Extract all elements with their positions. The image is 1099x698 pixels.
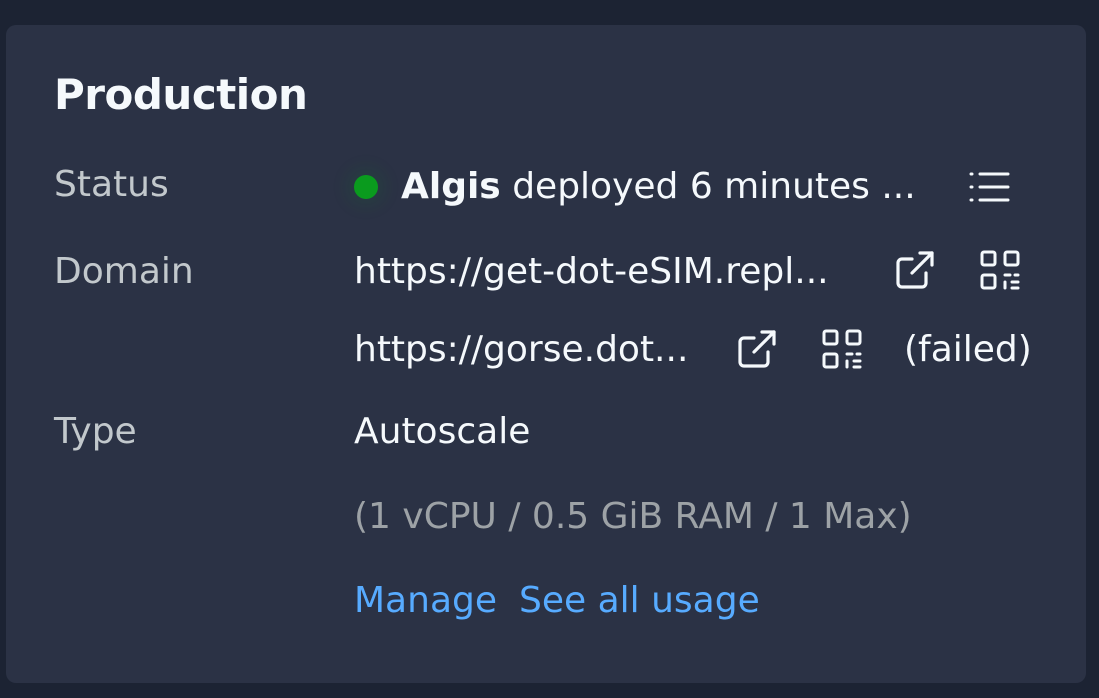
domain-url-primary[interactable]: https://get-dot-eSIM.repl... [354, 248, 829, 296]
deployment-log-button[interactable] [967, 165, 1011, 209]
list-icon [969, 172, 1010, 202]
qr-code-icon [980, 250, 1020, 290]
open-domain-secondary-button[interactable] [735, 327, 779, 371]
status-dot [354, 175, 378, 199]
deployer-name: Algis [401, 166, 501, 207]
type-label: Type [54, 411, 137, 452]
external-link-icon [896, 251, 934, 289]
domain-url-secondary[interactable]: https://gorse.dot... [354, 326, 688, 374]
external-link-icon [738, 330, 776, 368]
open-domain-primary-button[interactable] [893, 248, 937, 292]
status-label: Status [54, 164, 169, 205]
domain-state-failed: (failed) [904, 329, 1032, 370]
type-value: Autoscale [354, 411, 531, 452]
qr-code-icon [822, 329, 862, 369]
type-spec: (1 vCPU / 0.5 GiB RAM / 1 Max) [354, 496, 912, 537]
qr-domain-secondary-button[interactable] [820, 327, 864, 371]
qr-domain-primary-button[interactable] [978, 248, 1022, 292]
status-text: Algis deployed 6 minutes ... [401, 163, 931, 211]
panel-title: Production [54, 70, 308, 119]
domain-label: Domain [54, 251, 194, 292]
manage-link[interactable]: Manage [354, 577, 497, 625]
production-panel: Production Status Algis deployed 6 minut… [6, 25, 1086, 683]
deploy-message: deployed 6 minutes ... [512, 166, 916, 207]
see-all-usage-link[interactable]: See all usage [519, 577, 760, 625]
